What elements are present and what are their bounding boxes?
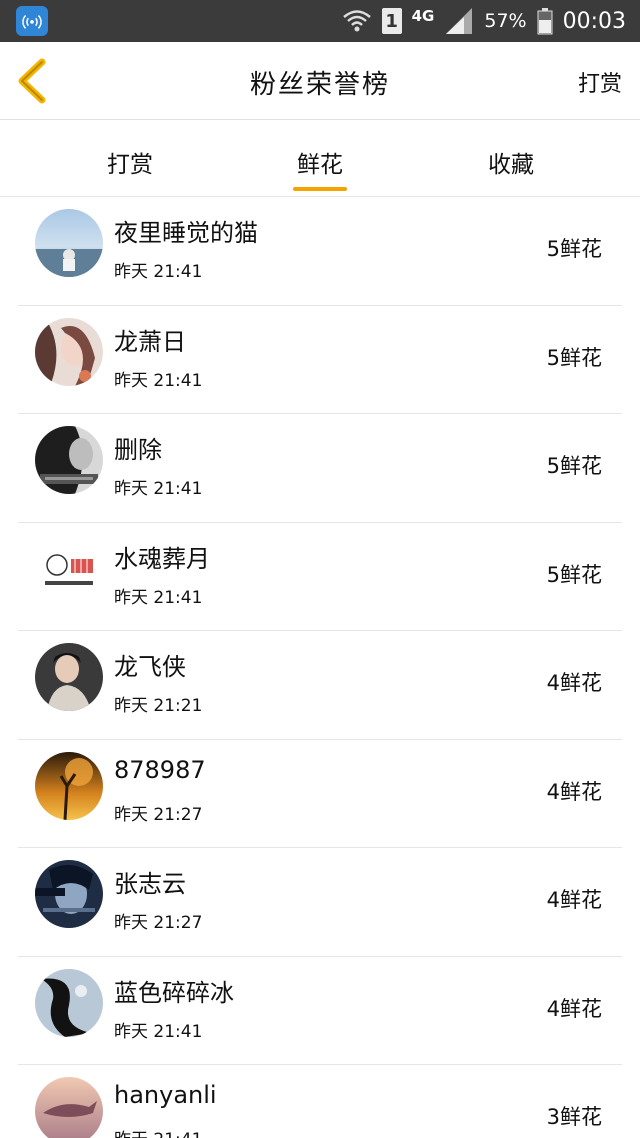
- wifi-hotspot-app-icon: [16, 6, 48, 36]
- title-bar: 粉丝荣誉榜 打赏: [0, 42, 640, 120]
- flower-count: 4鲜花: [546, 671, 602, 695]
- tab-label: 收藏: [488, 152, 534, 178]
- signal-icon: [446, 8, 473, 34]
- sim-slot-indicator: 1: [381, 8, 402, 34]
- avatar: [35, 643, 103, 711]
- list-item[interactable]: 夜里睡觉的猫 昨天 21:41 5鲜花: [18, 197, 622, 306]
- reward-button[interactable]: 打赏: [578, 66, 622, 98]
- list-item[interactable]: 删除 昨天 21:41 5鲜花: [18, 414, 622, 523]
- fan-time: 昨天 21:21: [114, 696, 203, 716]
- fan-name: 龙萧日: [114, 327, 186, 356]
- page-title: 粉丝荣誉榜: [249, 70, 390, 100]
- list-item[interactable]: 蓝色碎碎冰 昨天 21:41 4鲜花: [18, 957, 622, 1065]
- flower-count: 5鲜花: [546, 562, 602, 587]
- fan-time: 昨天 21:41: [114, 1021, 203, 1042]
- fan-name: 删除: [114, 436, 162, 464]
- fan-time: 昨天 21:27: [114, 913, 203, 933]
- fan-name: 张志云: [114, 870, 186, 898]
- fan-name: 蓝色碎碎冰: [114, 978, 234, 1007]
- flower-count: 3鲜花: [546, 1105, 602, 1129]
- list-item[interactable]: 张志云 昨天 21:27 4鲜花: [18, 848, 622, 957]
- fan-time: 昨天 21:41: [114, 587, 203, 608]
- tab-flowers[interactable]: 鲜花: [250, 121, 390, 197]
- avatar: [35, 751, 103, 820]
- fan-name: 878987: [114, 755, 206, 784]
- status-bar: 1 4G 57% 00:03: [0, 0, 640, 42]
- flower-count: 5鲜花: [546, 237, 602, 261]
- avatar: [35, 968, 103, 1037]
- wifi-icon: [342, 10, 371, 32]
- network-type: 4G: [411, 7, 435, 25]
- flower-count: 4鲜花: [546, 779, 602, 804]
- battery-icon: [537, 8, 553, 35]
- fan-name: 夜里睡觉的猫: [114, 219, 258, 247]
- list-item[interactable]: hanyanli 昨天 21:41 3鲜花: [18, 1065, 622, 1138]
- avatar: [35, 209, 103, 277]
- avatar: [35, 317, 103, 386]
- clock: 00:03: [562, 8, 626, 34]
- fan-name: 龙飞侠: [114, 653, 186, 681]
- tab-label: 打赏: [107, 152, 153, 178]
- list-item[interactable]: 878987 昨天 21:27 4鲜花: [18, 740, 622, 848]
- fan-time: 昨天 21:41: [114, 479, 203, 499]
- fan-time: 昨天 21:41: [114, 262, 203, 282]
- fan-list: 夜里睡觉的猫 昨天 21:41 5鲜花 龙萧日 昨天 21:41 5鲜花 删除 …: [18, 197, 622, 1138]
- flower-count: 5鲜花: [546, 454, 602, 478]
- avatar: [35, 426, 103, 494]
- fan-time: 昨天 21:41: [114, 1125, 202, 1138]
- tab-favorites[interactable]: 收藏: [441, 121, 581, 197]
- tab-bar: 打赏 鲜花 收藏: [0, 121, 640, 197]
- fan-name: 水魂葬月: [114, 544, 210, 573]
- fan-name: hanyanli: [114, 1081, 217, 1109]
- list-item[interactable]: 龙萧日 昨天 21:41 5鲜花: [18, 306, 622, 414]
- tab-reward[interactable]: 打赏: [60, 121, 200, 197]
- flower-count: 5鲜花: [546, 345, 602, 370]
- list-item[interactable]: 龙飞侠 昨天 21:21 4鲜花: [18, 631, 622, 740]
- flower-count: 4鲜花: [546, 996, 602, 1021]
- avatar: [35, 1077, 103, 1138]
- active-tab-indicator: [293, 187, 347, 191]
- tab-label: 鲜花: [297, 152, 343, 178]
- avatar: [35, 534, 103, 603]
- battery-percent: 57%: [484, 10, 527, 32]
- flower-count: 4鲜花: [546, 888, 602, 912]
- fan-time: 昨天 21:41: [114, 370, 203, 391]
- list-item[interactable]: 水魂葬月 昨天 21:41 5鲜花: [18, 523, 622, 631]
- fan-time: 昨天 21:27: [114, 804, 203, 825]
- avatar: [35, 860, 103, 928]
